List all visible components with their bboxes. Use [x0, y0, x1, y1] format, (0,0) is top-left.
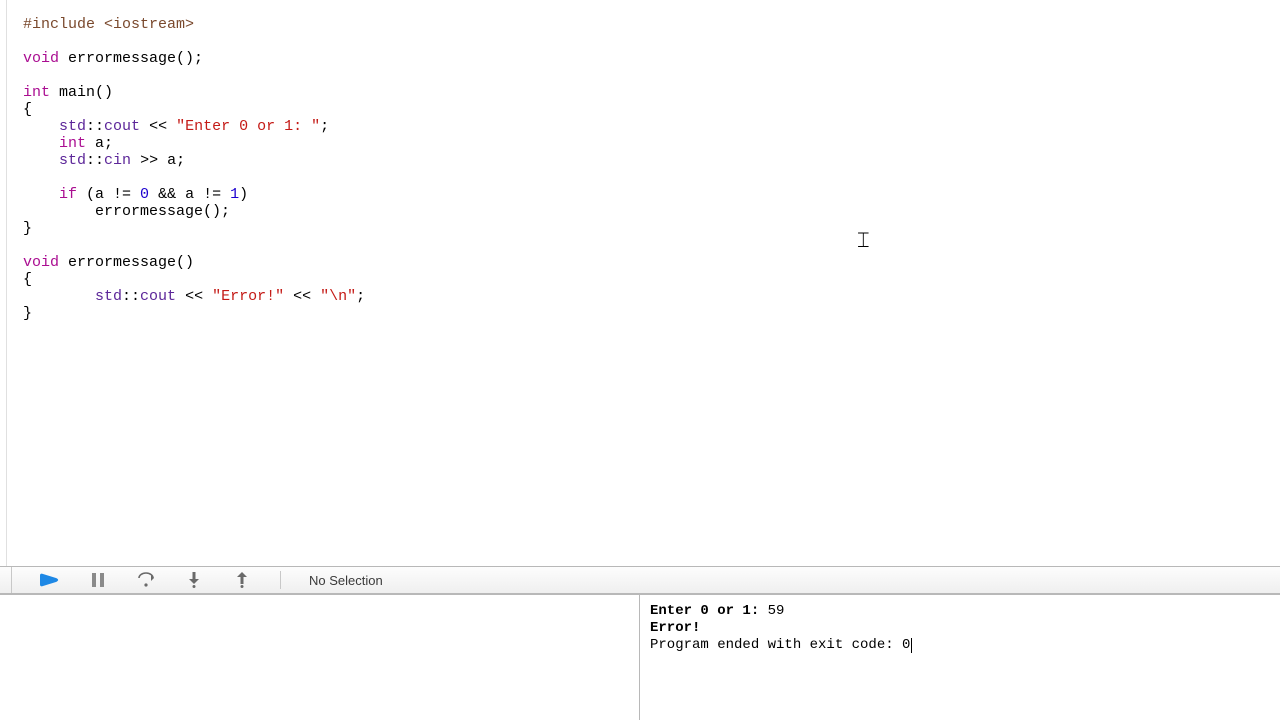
- step-into-icon[interactable]: [184, 570, 204, 590]
- toolbar-separator: [280, 571, 281, 589]
- console-line-2: Error!: [650, 620, 700, 636]
- code-content[interactable]: #include <iostream> void errormessage();…: [23, 16, 365, 322]
- console-line-3: Program ended with exit code: 0: [650, 637, 910, 653]
- console-pane[interactable]: Enter 0 or 1: 59 Error! Program ended wi…: [640, 595, 1280, 720]
- pause-icon[interactable]: [88, 570, 108, 590]
- console-prompt-1: Enter 0 or 1:: [650, 603, 768, 619]
- run-icon[interactable]: [40, 570, 60, 590]
- debug-bottom-area: Enter 0 or 1: 59 Error! Program ended wi…: [0, 594, 1280, 720]
- variables-pane[interactable]: [0, 595, 640, 720]
- selection-indicator[interactable]: No Selection: [309, 573, 383, 588]
- code-editor[interactable]: #include <iostream> void errormessage();…: [6, 0, 1280, 566]
- debug-toolbar: No Selection: [0, 566, 1280, 594]
- toolbar-left-edge: [0, 567, 12, 593]
- step-icon[interactable]: [136, 570, 156, 590]
- console-input-1: 59: [768, 603, 785, 619]
- console-caret: [911, 638, 912, 653]
- text-cursor-icon: ⌶: [857, 228, 870, 253]
- console-output: Enter 0 or 1: 59 Error! Program ended wi…: [650, 603, 912, 654]
- step-out-icon[interactable]: [232, 570, 252, 590]
